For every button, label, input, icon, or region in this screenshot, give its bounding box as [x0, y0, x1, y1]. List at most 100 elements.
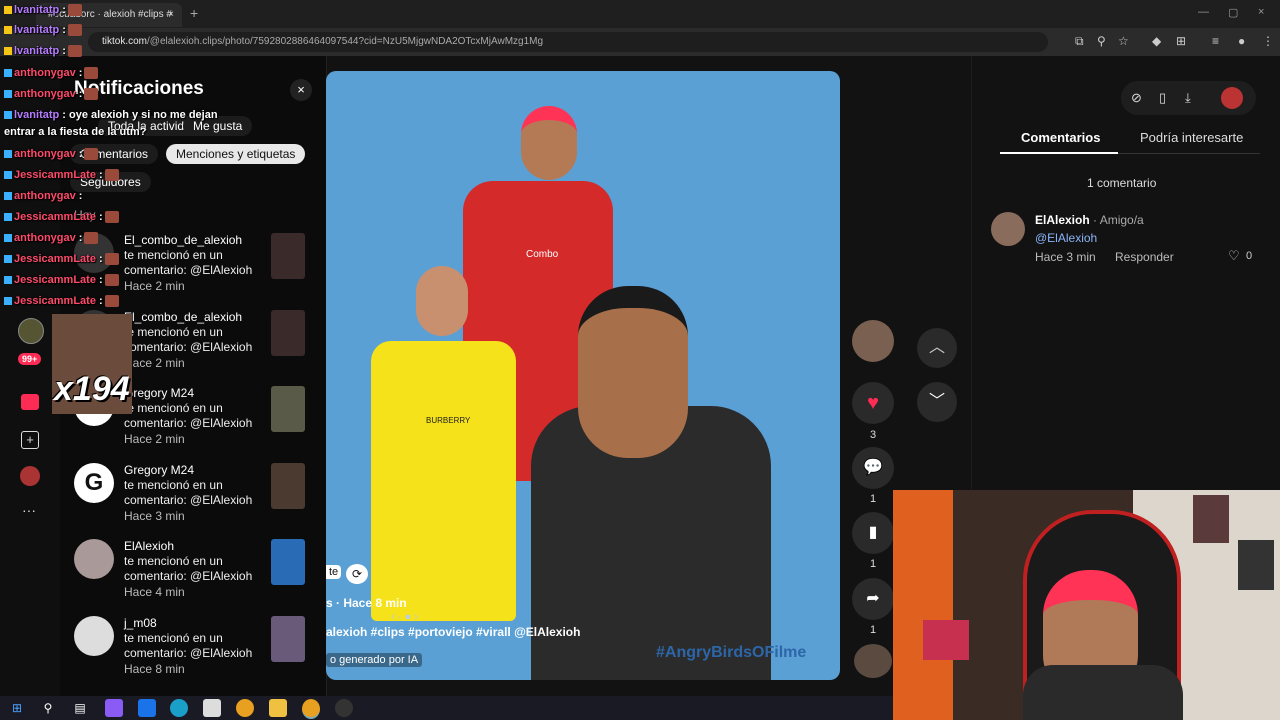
- puzzle-icon[interactable]: ⊞: [1176, 34, 1186, 48]
- notification-user: El_combo_de_alexioh: [124, 310, 243, 324]
- chevron-down-icon[interactable]: ﹀: [917, 382, 957, 422]
- profile-icon[interactable]: ●: [1238, 34, 1245, 48]
- wall-orange: [893, 490, 953, 720]
- tab-comments[interactable]: Comentarios: [1021, 130, 1100, 145]
- notification-user: ElAlexioh: [124, 539, 175, 553]
- video-thumbnail[interactable]: [271, 616, 305, 662]
- person-yellow-head: [416, 266, 468, 336]
- chat-user: lvanitatp: [14, 4, 60, 16]
- video-thumbnail[interactable]: [271, 463, 305, 509]
- chat-line: anthonygav :: [4, 88, 99, 101]
- notification-time: Hace 8 min: [124, 662, 185, 676]
- chrome-active-icon[interactable]: [302, 699, 320, 719]
- close-icon[interactable]: ×: [290, 79, 312, 101]
- maximize-button[interactable]: ▢: [1228, 6, 1238, 19]
- chat-line: JessicammLate :: [4, 253, 119, 266]
- user-avatar-icon[interactable]: [20, 466, 40, 486]
- notification-text: te mencionó en un comentario: @ElAlexioh: [124, 248, 253, 277]
- chat-line: JessicammLate :: [4, 274, 119, 287]
- account-avatar[interactable]: [1221, 87, 1243, 109]
- like-heart-icon[interactable]: ♥: [852, 382, 894, 424]
- window-close-button[interactable]: ×: [1258, 6, 1264, 18]
- avatar: [74, 616, 114, 656]
- notification-text: te mencionó en un comentario: @ElAlexioh: [124, 554, 253, 583]
- chat-line: lvanitatp :: [4, 45, 82, 58]
- minimize-button[interactable]: —: [1198, 6, 1209, 18]
- person-black-head: [578, 286, 688, 458]
- video-caption: alexioh #clips #portoviejo #virall @ElAl…: [326, 625, 581, 639]
- start-icon[interactable]: ⊞: [8, 699, 26, 717]
- notification-time: Hace 4 min: [124, 585, 185, 599]
- address-input[interactable]: tiktok.com/@elalexioh.clips/photo/759280…: [88, 32, 1048, 52]
- tab-close-icon[interactable]: ×: [168, 3, 174, 27]
- video-thumbnail[interactable]: [271, 310, 305, 356]
- obs-icon[interactable]: [335, 699, 353, 717]
- chrome-icon[interactable]: [236, 699, 254, 717]
- notification-text: te mencionó en un comentario: @ElAlexioh: [124, 478, 253, 507]
- chat-msg: : oye alexioh y si no me dejan: [62, 109, 218, 121]
- chat-user: anthonygav: [14, 148, 76, 160]
- notification-item[interactable]: G Gregory M24 te mencionó en un comentar…: [74, 463, 314, 535]
- outlook-icon[interactable]: [138, 699, 156, 717]
- chat-line: anthonygav :: [4, 232, 99, 245]
- comment-author[interactable]: ElAlexioh: [1035, 213, 1090, 227]
- video-player[interactable]: Combo BURBERRY #AngryBirdsOFilme ‹ · ● ›…: [326, 71, 840, 680]
- notification-text: te mencionó en un comentario: @ElAlexioh: [124, 325, 253, 354]
- store-icon[interactable]: [203, 699, 221, 717]
- tab-active-underline: [1000, 152, 1118, 154]
- device-icon[interactable]: ▯: [1159, 90, 1166, 106]
- extension-icon[interactable]: ◆: [1152, 34, 1161, 48]
- more-icon[interactable]: ···: [22, 502, 36, 518]
- chat-user: JessicammLate: [14, 253, 96, 265]
- person-red-head: [521, 106, 577, 180]
- like-count: 3: [869, 429, 877, 441]
- ai-generated-label: o generado por IA: [326, 653, 423, 667]
- chevron-up-icon[interactable]: ︿: [917, 328, 957, 368]
- carousel-dots[interactable]: ‹ · ● ›: [391, 611, 418, 623]
- sound-disc-icon[interactable]: [854, 644, 892, 678]
- upload-icon[interactable]: +: [21, 431, 39, 449]
- media-icon[interactable]: ≡: [1212, 34, 1219, 48]
- tag-chip[interactable]: te: [326, 565, 342, 579]
- repost-icon[interactable]: ⟳: [346, 564, 368, 584]
- zoom-icon[interactable]: ⚲: [1097, 34, 1106, 48]
- video-author-line: s · Hace 8 min: [326, 596, 407, 610]
- reply-button[interactable]: Responder: [1115, 250, 1174, 264]
- edge-icon[interactable]: [170, 699, 188, 717]
- comment-icon[interactable]: 💬: [852, 447, 894, 489]
- task-view-icon[interactable]: ▤: [71, 699, 89, 717]
- menu-icon[interactable]: ⋮: [1262, 34, 1274, 48]
- download-icon[interactable]: ⤓: [1185, 90, 1191, 106]
- folder-icon[interactable]: [269, 699, 287, 717]
- chat-user: anthonygav: [14, 67, 76, 79]
- notification-item[interactable]: j_m08 te mencionó en un comentario: @ElA…: [74, 616, 314, 688]
- copilot-icon[interactable]: [105, 699, 123, 717]
- compass-icon[interactable]: ⊘: [1131, 90, 1142, 106]
- notification-time: Hace 2 min: [124, 279, 185, 293]
- chat-msg: :: [78, 190, 83, 202]
- install-icon[interactable]: ⧉: [1075, 34, 1084, 49]
- share-arrow-icon[interactable]: ➦: [852, 578, 894, 620]
- bookmark-star-icon[interactable]: ☆: [1118, 34, 1129, 48]
- search-icon[interactable]: ⚲: [39, 699, 57, 717]
- tab-recommended[interactable]: Podría interesarte: [1140, 130, 1243, 145]
- comments-count: 1 comentario: [1087, 176, 1157, 190]
- top-actions-bar: ⊘ ▯ ⤓: [1121, 81, 1256, 115]
- video-thumbnail[interactable]: [271, 539, 305, 585]
- profile-avatar[interactable]: [18, 318, 44, 344]
- notification-item[interactable]: ElAlexioh te mencionó en un comentario: …: [74, 539, 314, 611]
- new-tab-button[interactable]: +: [190, 5, 198, 21]
- video-thumbnail[interactable]: [271, 233, 305, 279]
- avatar[interactable]: [991, 212, 1025, 246]
- messages-icon[interactable]: [21, 394, 39, 410]
- bookmark-icon[interactable]: ▮: [852, 512, 894, 554]
- chat-line: JessicammLate :: [4, 295, 119, 308]
- comment-like-icon[interactable]: ♡: [1228, 248, 1240, 264]
- filter-mentions[interactable]: Menciones y etiquetas: [166, 144, 306, 164]
- notification-time: Hace 3 min: [124, 509, 185, 523]
- comment-mention[interactable]: @ElAlexioh: [1035, 231, 1097, 245]
- chat-msg: :: [99, 295, 103, 307]
- notification-time: Hace 2 min: [124, 356, 185, 370]
- video-thumbnail[interactable]: [271, 386, 305, 432]
- creator-avatar[interactable]: [852, 320, 894, 362]
